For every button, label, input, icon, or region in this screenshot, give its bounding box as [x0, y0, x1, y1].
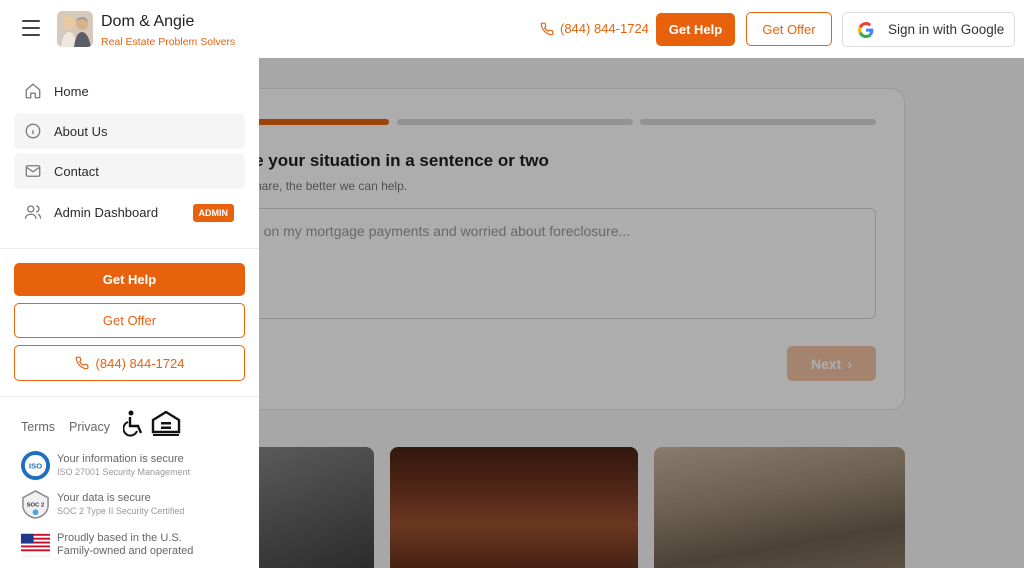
trust-item-us: Proudly based in the U.S. Family-owned a… [20, 529, 193, 560]
nav-label-home: Home [54, 83, 89, 99]
mail-icon [25, 165, 41, 177]
top-header: Dom & Angie Real Estate Problem Solvers … [0, 0, 1024, 58]
home-icon [25, 83, 41, 99]
trust-item-soc2: SOC 2 Your data is secure SOC 2 Type II … [20, 489, 184, 520]
users-icon [24, 205, 42, 219]
terms-link[interactable]: Terms [21, 420, 55, 434]
info-icon [25, 123, 41, 139]
trust-us-title: Proudly based in the U.S. [57, 531, 182, 544]
phone-icon [540, 22, 554, 35]
nav-item-about[interactable]: About Us [14, 113, 245, 149]
trust-soc2-sub: SOC 2 Type II Security Certified [57, 505, 185, 516]
admin-badge: ADMIN [192, 204, 234, 222]
nav-label-about: About Us [54, 123, 108, 139]
trust-item-iso: ISO Your information is secure ISO 27001… [20, 450, 190, 481]
nav-label-admin: Admin Dashboard [54, 204, 159, 220]
header-phone-link[interactable]: (844) 844-1724 [540, 21, 649, 36]
header-get-help-button[interactable]: Get Help [656, 13, 735, 46]
privacy-link[interactable]: Privacy [69, 420, 110, 434]
nav-item-home[interactable]: Home [14, 73, 245, 109]
phone-icon [75, 356, 88, 370]
svg-text:ISO: ISO [29, 461, 42, 470]
trust-iso-title: Your information is secure [57, 452, 184, 465]
nav-label-contact: Contact [54, 163, 99, 179]
trust-us-sub: Family-owned and operated [57, 544, 194, 557]
side-drawer: Home About Us Contact Admin Dashboard AD… [0, 58, 259, 568]
soc2-badge-icon: SOC 2 [22, 490, 49, 519]
brand-tagline: Real Estate Problem Solvers [101, 36, 236, 48]
drawer-get-offer-button[interactable]: Get Offer [14, 303, 245, 338]
drawer-divider-2 [0, 396, 259, 397]
header-phone-text: (844) 844-1724 [560, 21, 649, 36]
nav-item-admin-dashboard[interactable]: Admin Dashboard ADMIN [14, 194, 245, 230]
google-signin-label: Sign in with Google [888, 22, 1005, 37]
brand-name: Dom & Angie [101, 13, 195, 30]
hamburger-menu-icon[interactable] [22, 20, 42, 36]
drawer-divider-1 [0, 248, 259, 249]
header-get-offer-button[interactable]: Get Offer [746, 12, 832, 46]
us-flag-icon [20, 533, 51, 559]
wheelchair-icon [123, 410, 143, 437]
drawer-phone-text: (844) 844-1724 [95, 355, 185, 371]
iso-badge-icon: ISO [20, 450, 51, 481]
trust-soc2-title: Your data is secure [57, 491, 151, 504]
google-icon [858, 21, 874, 38]
google-signin-button[interactable]: Sign in with Google [842, 12, 1015, 47]
drawer-get-help-button[interactable]: Get Help [14, 263, 245, 296]
drawer-phone-button[interactable]: (844) 844-1724 [14, 345, 245, 381]
trust-iso-sub: ISO 27001 Security Management [57, 466, 191, 477]
legal-links: Terms Privacy [21, 420, 110, 434]
brand-logo[interactable] [57, 11, 93, 47]
nav-item-contact[interactable]: Contact [14, 153, 245, 189]
accessibility-badges [123, 410, 181, 438]
svg-text:SOC 2: SOC 2 [27, 502, 44, 508]
equal-housing-icon [151, 410, 181, 436]
